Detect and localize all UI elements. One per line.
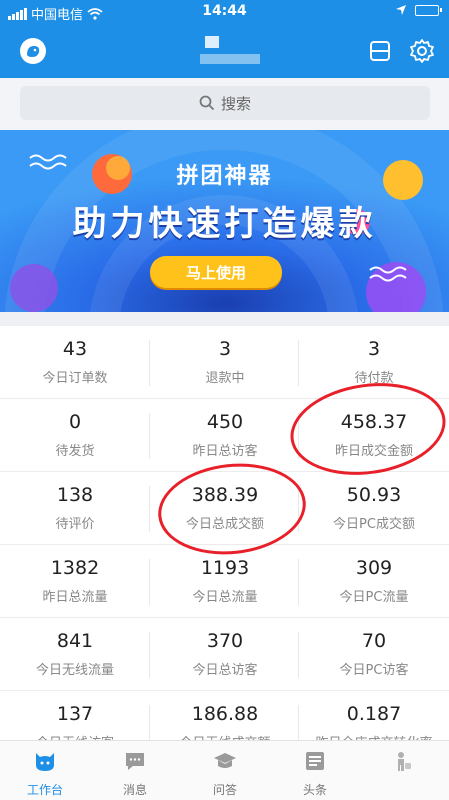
metric-label: 今日无线访客 xyxy=(0,732,150,740)
metric-cell[interactable]: 1382 昨日总流量 xyxy=(0,545,150,618)
tab-label: 工作台 xyxy=(26,783,63,797)
tab-qa[interactable]: 问答 xyxy=(180,741,270,800)
tab-label: 问答 xyxy=(212,783,237,797)
metric-label: 待评价 xyxy=(55,517,95,532)
metric-cell[interactable]: 70 今日PC访客 xyxy=(299,618,449,691)
metric-cell[interactable]: 43 今日订单数 xyxy=(0,326,150,399)
use-now-button[interactable]: 马上使用 xyxy=(150,256,282,288)
metric-value: 70 xyxy=(361,630,387,652)
mascot-icon xyxy=(27,46,40,57)
app-header: 中国电信 14:44 xyxy=(0,0,449,78)
metric-value: 1382 xyxy=(50,557,100,579)
nav-bar xyxy=(0,26,449,78)
row-divider xyxy=(0,690,449,691)
col-divider xyxy=(149,413,150,459)
metric-cell[interactable]: 1193 今日总流量 xyxy=(150,545,300,618)
search-icon xyxy=(199,95,215,111)
metric-cell[interactable]: 3 退款中 xyxy=(150,326,300,399)
metric-label: 待发货 xyxy=(55,444,95,459)
settings-gear-icon[interactable] xyxy=(409,38,435,64)
metric-value: 0.187 xyxy=(346,703,402,725)
metric-cell[interactable]: 137 今日无线访客 xyxy=(0,691,150,740)
banner-subtitle: 助力快速打造爆款 xyxy=(72,204,377,244)
metric-label: 昨日总访客 xyxy=(192,444,258,459)
scan-icon[interactable] xyxy=(369,40,391,62)
metric-label: 今日PC流量 xyxy=(339,590,409,605)
metric-value: 186.88 xyxy=(191,703,259,725)
metric-cell[interactable]: 50.93 今日PC成交额 xyxy=(299,472,449,545)
metric-value: 43 xyxy=(62,338,88,360)
metric-label: 今日总流量 xyxy=(192,590,258,605)
tab-workbench[interactable]: 工作台 xyxy=(0,741,90,800)
metric-cell[interactable]: 841 今日无线流量 xyxy=(0,618,150,691)
metric-cell[interactable]: 186.88 今日无线成交额 xyxy=(150,691,300,740)
store-avatar[interactable] xyxy=(20,38,46,64)
qa-icon xyxy=(214,753,236,768)
metric-label: 今日总访客 xyxy=(192,663,258,678)
metric-value: 50.93 xyxy=(346,484,402,506)
metric-value: 0 xyxy=(68,411,82,433)
col-divider xyxy=(149,559,150,605)
workbench-icon xyxy=(36,753,54,771)
metric-label: 昨日总流量 xyxy=(42,590,108,605)
metric-value: 309 xyxy=(355,557,393,579)
location-arrow-icon xyxy=(396,5,406,15)
col-divider xyxy=(149,632,150,678)
store-name-blurred xyxy=(200,36,260,66)
status-time: 14:44 xyxy=(202,3,247,19)
col-divider xyxy=(149,486,150,532)
search-area: 搜索 xyxy=(0,78,449,130)
metric-label: 今日无线成交额 xyxy=(150,732,300,740)
metric-label: 今日无线流量 xyxy=(35,663,114,678)
headlines-icon xyxy=(306,752,324,770)
tab-label: 消息 xyxy=(122,783,147,797)
metric-label: 今日订单数 xyxy=(42,371,108,386)
tab-label: 头条 xyxy=(302,783,327,797)
col-divider xyxy=(298,340,299,386)
col-divider xyxy=(149,705,150,740)
col-divider xyxy=(298,705,299,740)
battery-icon xyxy=(415,4,442,16)
message-icon xyxy=(126,753,144,770)
metric-label: 今日PC成交额 xyxy=(333,517,415,532)
status-bar: 中国电信 14:44 xyxy=(0,0,449,26)
metric-cell[interactable]: 450 昨日总访客 xyxy=(150,399,300,472)
metric-value: 3 xyxy=(218,338,232,360)
col-divider xyxy=(149,340,150,386)
promo-banner[interactable]: 拼团神器 助力快速打造爆款 马上使用 xyxy=(0,130,449,312)
metric-cell[interactable]: 370 今日总访客 xyxy=(150,618,300,691)
section-divider xyxy=(0,312,449,326)
metrics-grid: 43 今日订单数 3 退款中 3 待付款 0 待发货 450 昨日总访客 458.37 昨日… xyxy=(0,326,449,740)
profile-icon xyxy=(398,752,411,771)
metric-cell[interactable]: 138 待评价 xyxy=(0,472,150,545)
banner-title: 拼团神器 xyxy=(176,164,273,189)
metric-value: 1193 xyxy=(200,557,250,579)
metric-label: 退款中 xyxy=(205,371,245,386)
metric-value: 3 xyxy=(367,338,381,360)
tab-headlines[interactable]: 头条 xyxy=(270,741,360,800)
bottom-tab-bar: 工作台 消息 问答 头条 xyxy=(0,740,449,800)
status-right xyxy=(395,4,442,16)
metric-label: 昨日全店成交转化率 xyxy=(299,732,449,740)
metric-value: 138 xyxy=(56,484,94,506)
search-input[interactable]: 搜索 xyxy=(20,86,430,120)
metric-cell[interactable]: 309 今日PC流量 xyxy=(299,545,449,618)
metric-value: 370 xyxy=(206,630,244,652)
row-divider xyxy=(0,617,449,618)
metric-value: 841 xyxy=(56,630,94,652)
col-divider xyxy=(298,632,299,678)
metric-label: 今日PC访客 xyxy=(339,663,409,678)
metric-cell[interactable]: 0.187 昨日全店成交转化率 xyxy=(299,691,449,740)
tab-messages[interactable]: 消息 xyxy=(90,741,180,800)
metric-value: 137 xyxy=(56,703,94,725)
metric-value: 450 xyxy=(206,411,244,433)
search-placeholder: 搜索 xyxy=(220,94,251,113)
metric-cell[interactable]: 0 待发货 xyxy=(0,399,150,472)
col-divider xyxy=(298,559,299,605)
tab-profile[interactable] xyxy=(359,741,449,800)
